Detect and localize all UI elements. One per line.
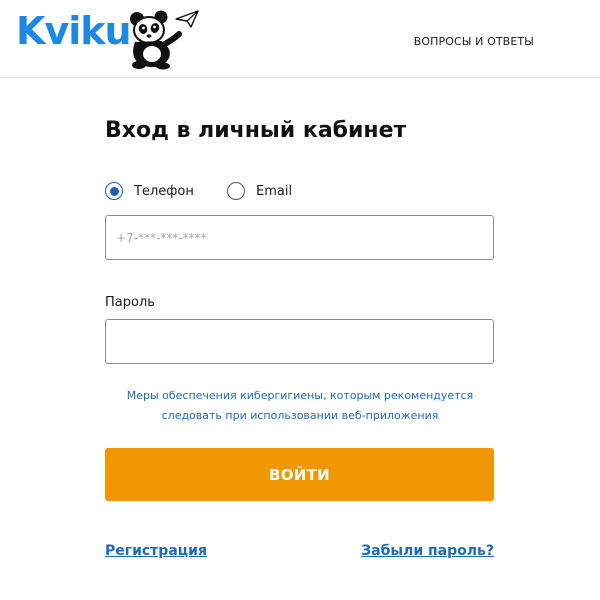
login-method-phone-radio[interactable]: Телефон xyxy=(105,180,194,202)
cyber-hygiene-link[interactable]: Меры обеспечения кибергигиены, которым р… xyxy=(100,386,500,426)
phone-input[interactable] xyxy=(106,216,493,259)
faq-link[interactable]: ВОПРОСЫ И ОТВЕТЫ xyxy=(414,35,534,48)
login-button[interactable]: ВОЙТИ xyxy=(105,448,494,501)
paper-plane-icon xyxy=(175,10,199,28)
radio-label-email: Email xyxy=(256,183,293,199)
phone-field-wrapper xyxy=(105,215,494,260)
radio-unchecked-icon xyxy=(227,182,245,200)
login-page: Kviku ВОПРОСЫ И ОТВЕТЫ Вход в личный каб… xyxy=(0,0,600,600)
radio-dot xyxy=(109,186,119,196)
login-method-email-radio[interactable]: Email xyxy=(227,180,292,202)
forgot-password-link[interactable]: Забыли пароль? xyxy=(361,543,494,559)
register-link[interactable]: Регистрация xyxy=(105,543,207,559)
password-field-wrapper xyxy=(105,319,494,364)
password-input[interactable] xyxy=(106,320,493,363)
radio-label-phone: Телефон xyxy=(134,183,194,199)
kviku-logo[interactable]: Kviku xyxy=(12,6,199,70)
logo-wordmark: Kviku xyxy=(16,9,132,53)
site-header: Kviku ВОПРОСЫ И ОТВЕТЫ xyxy=(0,0,600,78)
radio-checked-icon xyxy=(105,182,123,200)
page-title: Вход в личный кабинет xyxy=(105,118,407,143)
password-label: Пароль xyxy=(105,295,155,310)
